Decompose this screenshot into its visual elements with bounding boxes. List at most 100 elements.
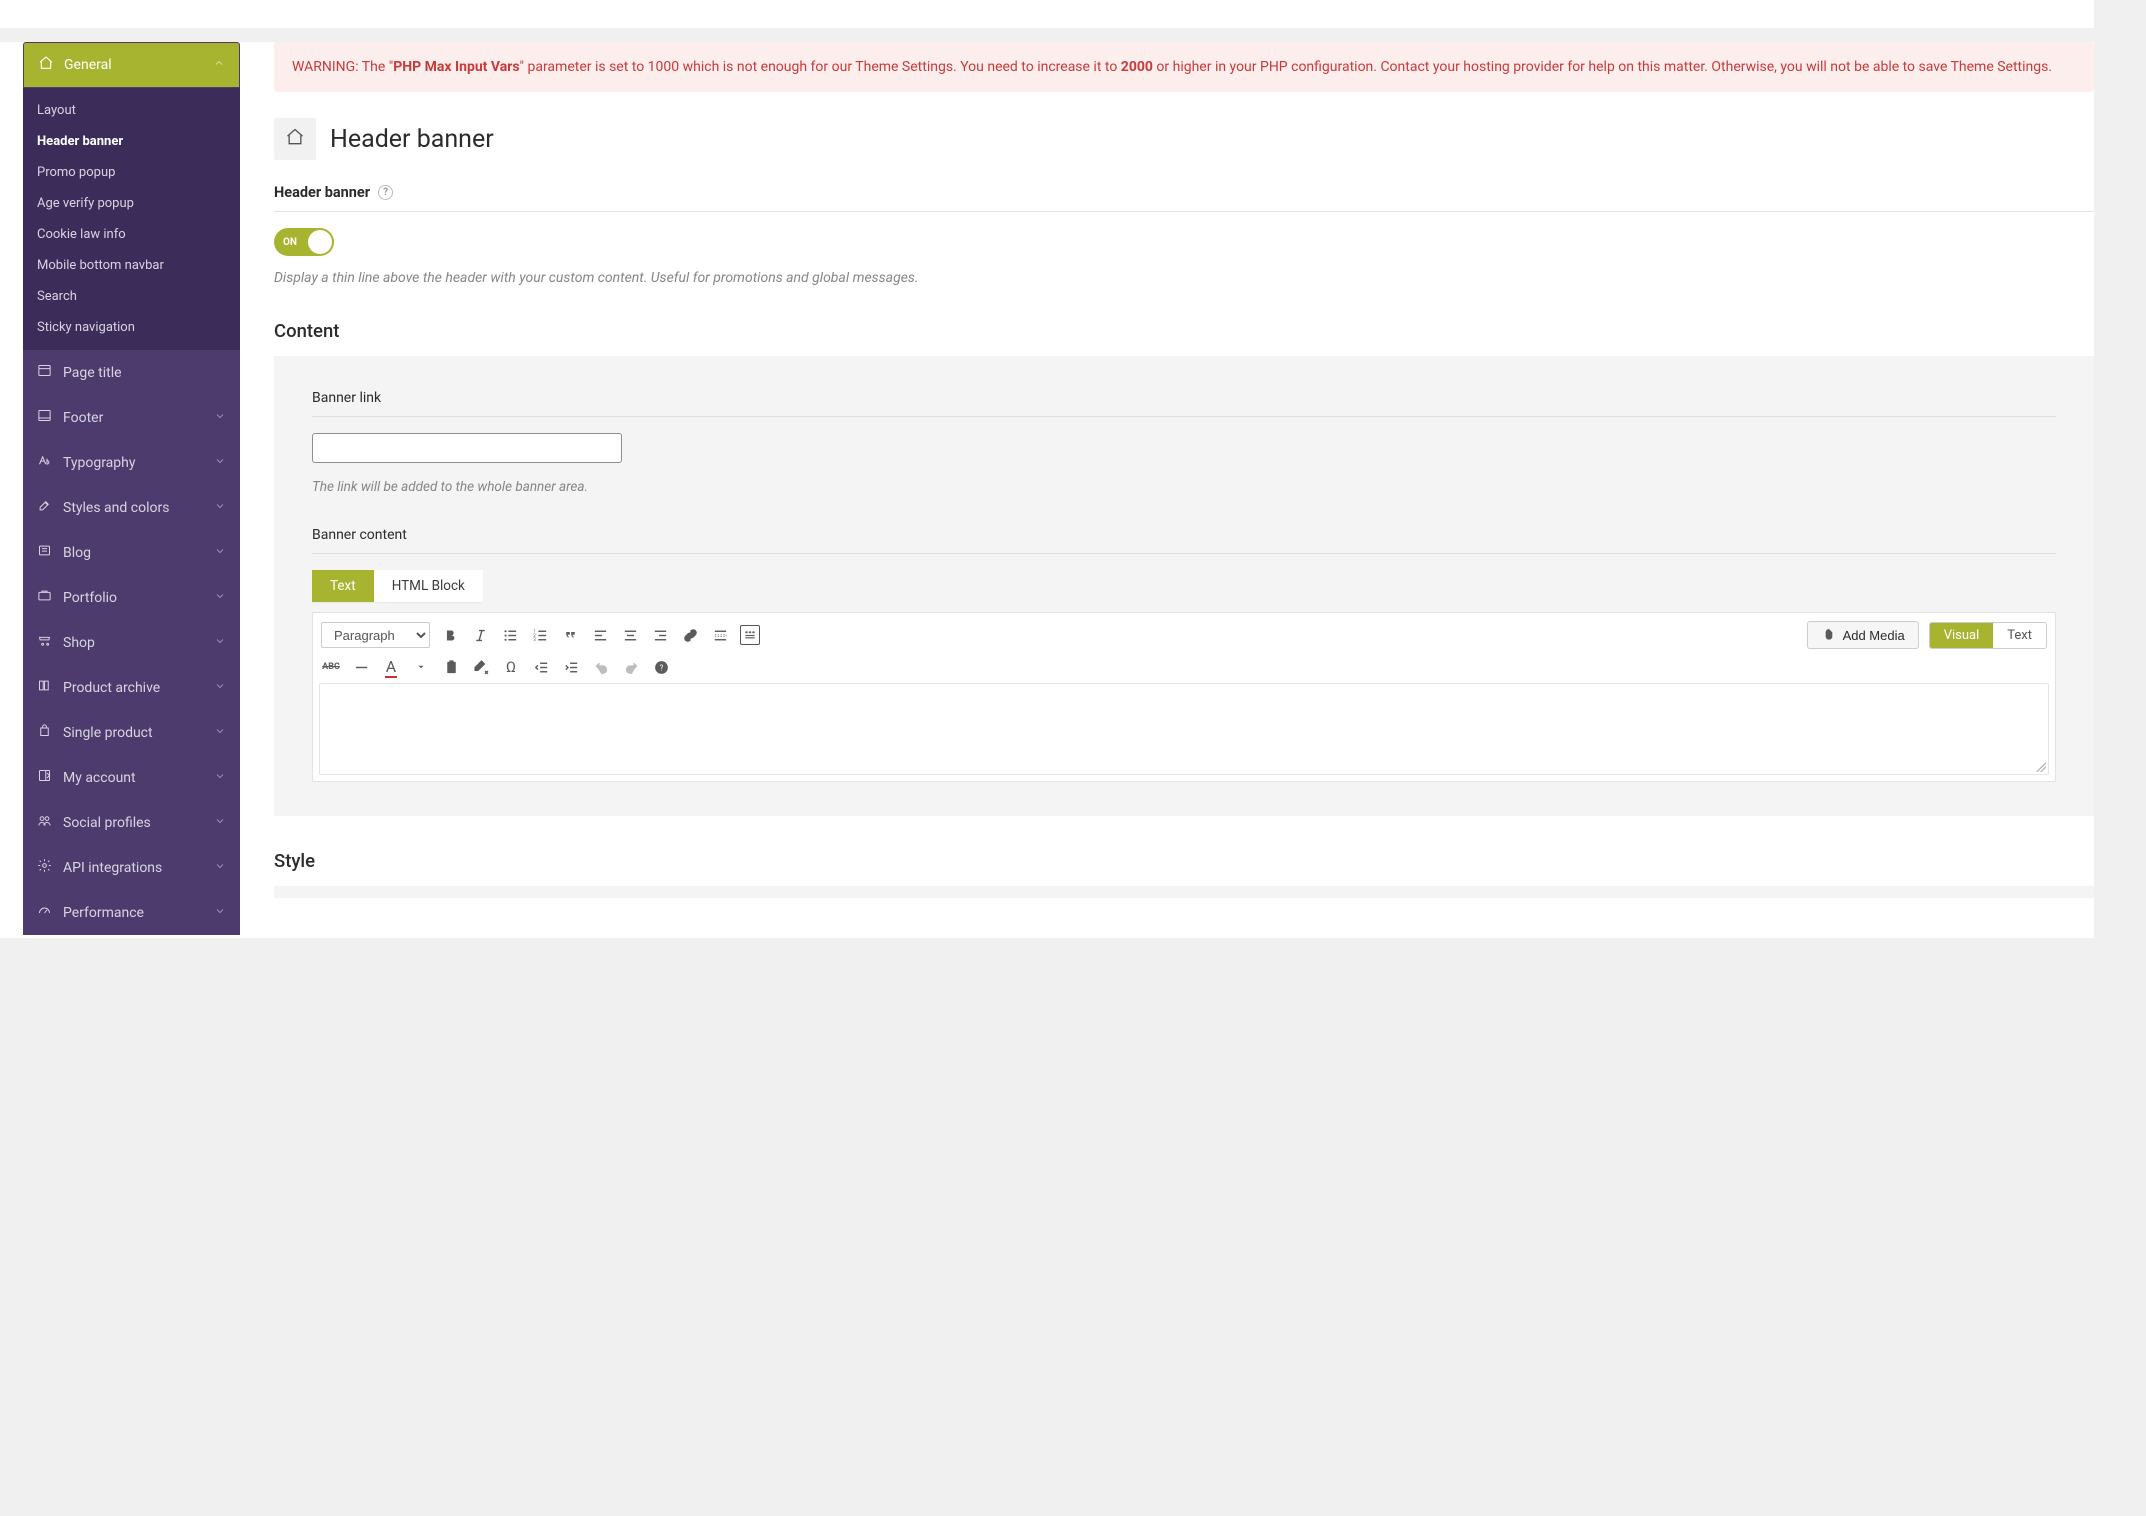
toggle-knob [308, 230, 332, 254]
sidebar-section-label: Typography [63, 455, 135, 471]
align-right-icon[interactable] [650, 625, 670, 645]
tab-text-mode[interactable]: Text [1993, 623, 2046, 648]
sidebar-subitem-age-verify[interactable]: Age verify popup [23, 188, 240, 219]
sidebar-section-label: Blog [63, 545, 91, 561]
sidebar-section-my-account[interactable]: My account [23, 755, 240, 800]
chevron-down-icon [214, 590, 226, 606]
banner-link-label: Banner link [312, 390, 2056, 417]
sidebar-section-footer[interactable]: Footer [23, 395, 240, 440]
sidebar-section-general[interactable]: General [23, 42, 240, 88]
sidebar-section-label: Footer [63, 410, 103, 426]
align-left-icon[interactable] [590, 625, 610, 645]
chevron-down-icon [214, 860, 226, 876]
style-section-title: Style [274, 850, 2094, 872]
header-banner-toggle[interactable]: ON [274, 228, 334, 256]
sidebar-section-styles-colors[interactable]: Styles and colors [23, 485, 240, 530]
editor-body[interactable] [319, 683, 2049, 775]
svg-text:3: 3 [533, 638, 536, 643]
chevron-down-icon [214, 770, 226, 786]
special-char-icon[interactable]: Ω [501, 657, 521, 677]
format-select[interactable]: Paragraph [321, 622, 430, 648]
sidebar-section-product-archive[interactable]: Product archive [23, 665, 240, 710]
tab-visual[interactable]: Visual [1930, 623, 1994, 648]
page-title-icon [37, 363, 52, 382]
resize-grip[interactable] [2036, 762, 2046, 772]
sidebar-section-single-product[interactable]: Single product [23, 710, 240, 755]
page-heading: Header banner [274, 118, 2094, 160]
bullet-list-icon[interactable] [500, 625, 520, 645]
sidebar-section-typography[interactable]: Typography [23, 440, 240, 485]
sidebar-section-social-profiles[interactable]: Social profiles [23, 800, 240, 845]
tab-text[interactable]: Text [312, 570, 374, 602]
chevron-down-icon [214, 455, 226, 471]
alert-text-prefix: WARNING: The " [292, 59, 393, 75]
undo-icon[interactable] [591, 657, 611, 677]
sidebar-section-label: Shop [63, 635, 95, 651]
sidebar-section-portfolio[interactable]: Portfolio [23, 575, 240, 620]
shop-icon [37, 633, 52, 652]
italic-icon[interactable] [470, 625, 490, 645]
sidebar-subitem-promo-popup[interactable]: Promo popup [23, 157, 240, 188]
paste-icon[interactable] [441, 657, 461, 677]
chevron-down-icon [214, 410, 226, 426]
header-banner-label: Header banner [274, 184, 370, 201]
sidebar-section-api[interactable]: API integrations [23, 845, 240, 890]
chevron-down-icon [214, 680, 226, 696]
clear-formatting-icon[interactable] [471, 657, 491, 677]
chevron-up-icon [213, 57, 225, 73]
banner-content-label: Banner content [312, 527, 2056, 554]
gear-icon [37, 858, 52, 877]
brush-icon [37, 498, 52, 517]
sidebar-section-label: Page title [63, 365, 122, 381]
sidebar-section-label: API integrations [63, 860, 162, 876]
sidebar-subitem-sticky-nav[interactable]: Sticky navigation [23, 312, 240, 343]
sidebar-section-label: Single product [63, 725, 153, 741]
alert-mid2: or higher in your PHP configuration. Con… [1153, 59, 2052, 75]
sidebar-subitem-mobile-navbar[interactable]: Mobile bottom navbar [23, 250, 240, 281]
wysiwyg-editor: Paragraph 123 [312, 612, 2056, 782]
sidebar-subitem-layout[interactable]: Layout [23, 95, 240, 126]
sidebar-section-performance[interactable]: Performance [23, 890, 240, 935]
indent-icon[interactable] [561, 657, 581, 677]
sidebar-general-subitems: Layout Header banner Promo popup Age ver… [23, 88, 240, 350]
alert-bold2: 2000 [1121, 59, 1153, 75]
main-content: WARNING: The "PHP Max Input Vars" parame… [266, 42, 2094, 938]
add-media-button[interactable]: Add Media [1807, 621, 1919, 649]
sidebar-section-label: Portfolio [63, 590, 117, 606]
align-center-icon[interactable] [620, 625, 640, 645]
strikethrough-icon[interactable]: ABC [321, 657, 341, 677]
outdent-icon[interactable] [531, 657, 551, 677]
svg-text:?: ? [659, 663, 663, 672]
text-color-dropdown-icon[interactable] [411, 657, 431, 677]
visual-text-tabs: Visual Text [1929, 622, 2047, 649]
number-list-icon[interactable]: 123 [530, 625, 550, 645]
read-more-icon[interactable] [710, 625, 730, 645]
home-icon [38, 55, 54, 75]
sidebar-section-blog[interactable]: Blog [23, 530, 240, 575]
quote-icon[interactable] [560, 625, 580, 645]
sidebar-subitem-header-banner[interactable]: Header banner [23, 126, 240, 157]
chevron-down-icon [214, 815, 226, 831]
chevron-down-icon [214, 725, 226, 741]
help-toolbar-icon[interactable]: ? [651, 657, 671, 677]
account-icon [37, 768, 52, 787]
tab-html-block[interactable]: HTML Block [374, 570, 483, 602]
bold-icon[interactable] [440, 625, 460, 645]
banner-link-description: The link will be added to the whole bann… [312, 479, 2056, 495]
hr-icon[interactable] [351, 657, 371, 677]
sidebar-section-label: Styles and colors [63, 500, 169, 516]
settings-sidebar: General Layout Header banner Promo popup… [23, 42, 240, 938]
toolbar-toggle-icon[interactable] [740, 625, 760, 645]
sidebar-section-shop[interactable]: Shop [23, 620, 240, 665]
banner-link-input[interactable] [312, 433, 622, 463]
sidebar-subitem-search[interactable]: Search [23, 281, 240, 312]
footer-icon [37, 408, 52, 427]
sidebar-subitem-cookie-law[interactable]: Cookie law info [23, 219, 240, 250]
social-icon [37, 813, 52, 832]
portfolio-icon [37, 588, 52, 607]
link-icon[interactable] [680, 625, 700, 645]
help-icon[interactable]: ? [378, 185, 393, 200]
redo-icon[interactable] [621, 657, 641, 677]
sidebar-section-page-title[interactable]: Page title [23, 350, 240, 395]
text-color-icon[interactable]: A [381, 657, 401, 677]
